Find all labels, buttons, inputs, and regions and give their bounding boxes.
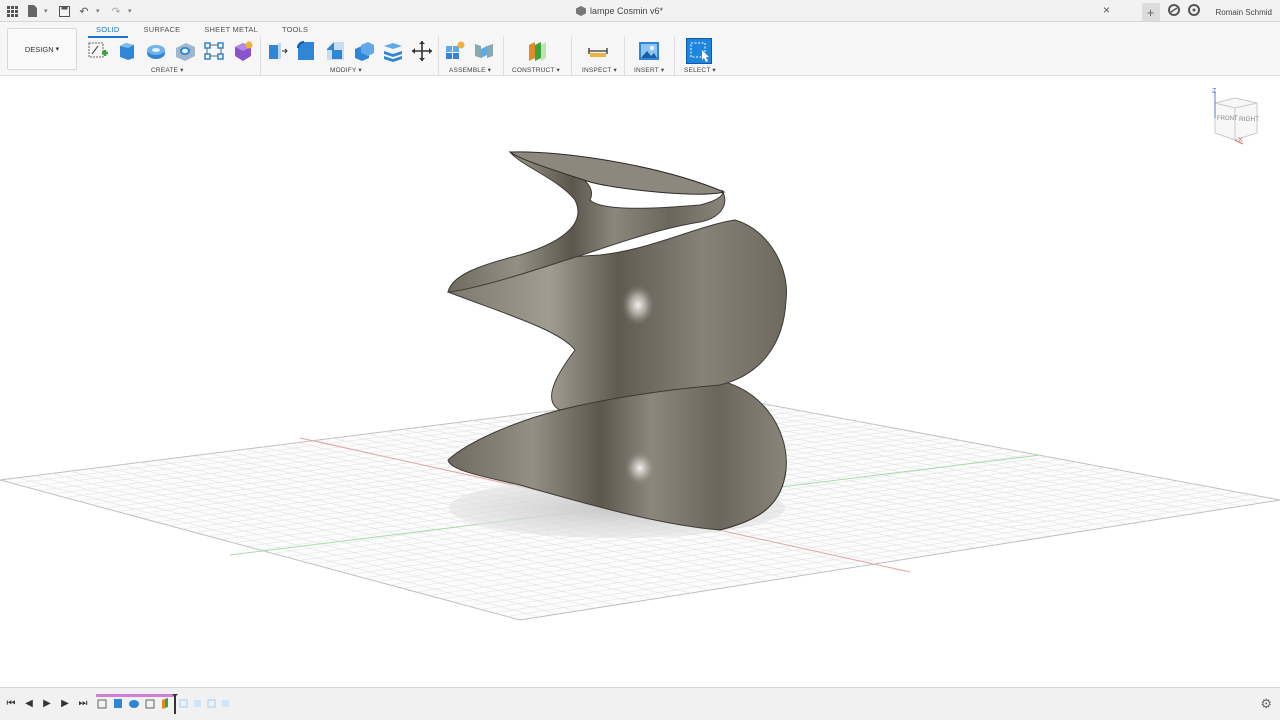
toolbar-separator xyxy=(260,36,261,76)
viewport-canvas[interactable] xyxy=(0,77,1280,686)
create-tools xyxy=(87,38,254,64)
viewcube-x-label: X xyxy=(1238,137,1243,144)
assemble-group-label[interactable]: ASSEMBLE ▾ xyxy=(449,66,491,74)
tab-tools[interactable]: TOOLS xyxy=(274,24,316,38)
viewcube-right-face[interactable]: RIGHT xyxy=(1239,116,1259,123)
construct-group-label[interactable]: CONSTRUCT ▾ xyxy=(512,66,560,74)
file-menu-caret-icon[interactable]: ▾ xyxy=(44,7,52,15)
assemble-tools xyxy=(444,38,495,64)
hole-icon[interactable] xyxy=(174,40,196,62)
insert-group-label[interactable]: INSERT ▾ xyxy=(634,66,664,74)
redo-icon[interactable]: ↷ xyxy=(108,3,124,19)
offset-plane-icon[interactable] xyxy=(526,40,548,62)
insert-tools xyxy=(638,38,660,64)
job-status-icon[interactable] xyxy=(1167,3,1180,21)
tab-sheet-metal[interactable]: SHEET METAL xyxy=(196,24,266,38)
combine-icon[interactable] xyxy=(353,40,375,62)
extrude-icon[interactable] xyxy=(116,40,138,62)
document-tab-title: lampe Cosmin v6* xyxy=(576,6,663,16)
timeline-settings-gear-icon[interactable]: ⚙ xyxy=(1260,696,1272,712)
ribbon-toolbar: DESIGN ▾ SOLID SURFACE SHEET METAL TOOLS… xyxy=(0,22,1280,76)
workspace-caret-icon: ▾ xyxy=(55,46,60,53)
pattern-icon[interactable] xyxy=(203,40,225,62)
twisted-lamp-model[interactable] xyxy=(447,151,788,531)
toolbar-separator xyxy=(438,36,439,76)
timeline-features[interactable] xyxy=(96,694,236,714)
undo-icon[interactable]: ↶ xyxy=(76,3,92,19)
play-icon[interactable]: ▶ xyxy=(42,698,52,709)
create-sketch-icon[interactable] xyxy=(87,40,109,62)
viewcube-z-label: Z xyxy=(1212,88,1217,95)
create-group-label[interactable]: CREATE ▾ xyxy=(151,66,184,74)
select-window-icon[interactable] xyxy=(686,38,712,64)
select-group-label[interactable]: SELECT ▾ xyxy=(684,66,716,74)
title-bar-left-controls: ▾ ↶ ▾ ↷ ▾ xyxy=(4,3,136,19)
move-copy-icon[interactable] xyxy=(411,40,433,62)
tab-solid[interactable]: SOLID xyxy=(88,24,128,38)
modify-group-label[interactable]: MODIFY ▾ xyxy=(330,66,362,74)
toolbar-separator xyxy=(503,36,504,76)
document-title: lampe Cosmin v6* xyxy=(590,6,664,16)
document-tab[interactable]: lampe Cosmin v6* × xyxy=(570,0,1116,22)
revolve-icon[interactable] xyxy=(145,40,167,62)
timeline-playback-controls: ⏮ ◀ ▶ ▶ ⏭ xyxy=(6,698,88,709)
workspace-label: DESIGN xyxy=(24,44,54,54)
toolbar-separator xyxy=(674,36,675,76)
save-icon[interactable] xyxy=(56,3,72,19)
user-name[interactable]: Romain Schmid xyxy=(1216,8,1272,17)
measure-icon[interactable] xyxy=(587,40,609,62)
inspect-tools xyxy=(587,38,609,64)
title-bar: ▾ ↶ ▾ ↷ ▾ lampe Cosmin v6* × + Romain Sc… xyxy=(0,0,1280,22)
file-menu-icon[interactable] xyxy=(24,3,40,19)
select-tools xyxy=(686,38,712,64)
fillet-icon[interactable] xyxy=(295,40,317,62)
app-grid-icon[interactable] xyxy=(4,3,20,19)
notifications-icon[interactable] xyxy=(1187,3,1200,21)
close-tab-icon[interactable]: × xyxy=(1103,3,1110,17)
timeline-bar: ⏮ ◀ ▶ ▶ ⏭ ⚙ xyxy=(0,687,1280,720)
joint-icon[interactable] xyxy=(473,40,495,62)
go-to-end-icon[interactable]: ⏭ xyxy=(78,698,88,709)
viewcube[interactable]: Z FRONT RIGHT X xyxy=(1205,88,1265,148)
toolbar-separator xyxy=(624,36,625,76)
modify-tools xyxy=(266,38,433,64)
inspect-group-label[interactable]: INSPECT ▾ xyxy=(582,66,617,74)
step-forward-icon[interactable]: ▶ xyxy=(60,698,70,709)
component-icon xyxy=(576,6,586,16)
title-bar-right-controls: + Romain Schmid xyxy=(1141,3,1272,21)
go-to-start-icon[interactable]: ⏮ xyxy=(6,698,16,709)
ribbon-tabs: SOLID SURFACE SHEET METAL TOOLS xyxy=(88,24,324,38)
new-component-icon[interactable] xyxy=(444,40,466,62)
tab-surface[interactable]: SURFACE xyxy=(136,24,189,38)
toolbar-separator xyxy=(571,36,572,76)
create-form-icon[interactable] xyxy=(232,40,254,62)
insert-image-icon[interactable] xyxy=(638,40,660,62)
undo-caret-icon[interactable]: ▾ xyxy=(96,7,104,15)
chamfer-icon[interactable] xyxy=(324,40,346,62)
redo-caret-icon[interactable]: ▾ xyxy=(128,7,136,15)
shell-icon[interactable] xyxy=(382,40,404,62)
3d-viewport[interactable]: Z FRONT RIGHT X xyxy=(0,77,1280,686)
construct-tools xyxy=(526,38,548,64)
workspace-switcher-button[interactable]: DESIGN ▾ xyxy=(7,28,77,70)
press-pull-icon[interactable] xyxy=(266,40,288,62)
timeline-feature-sketch-icon xyxy=(97,699,107,709)
viewcube-front-face[interactable]: FRONT xyxy=(1217,116,1238,122)
new-tab-icon[interactable]: + xyxy=(1141,3,1160,21)
step-back-icon[interactable]: ◀ xyxy=(24,698,34,709)
